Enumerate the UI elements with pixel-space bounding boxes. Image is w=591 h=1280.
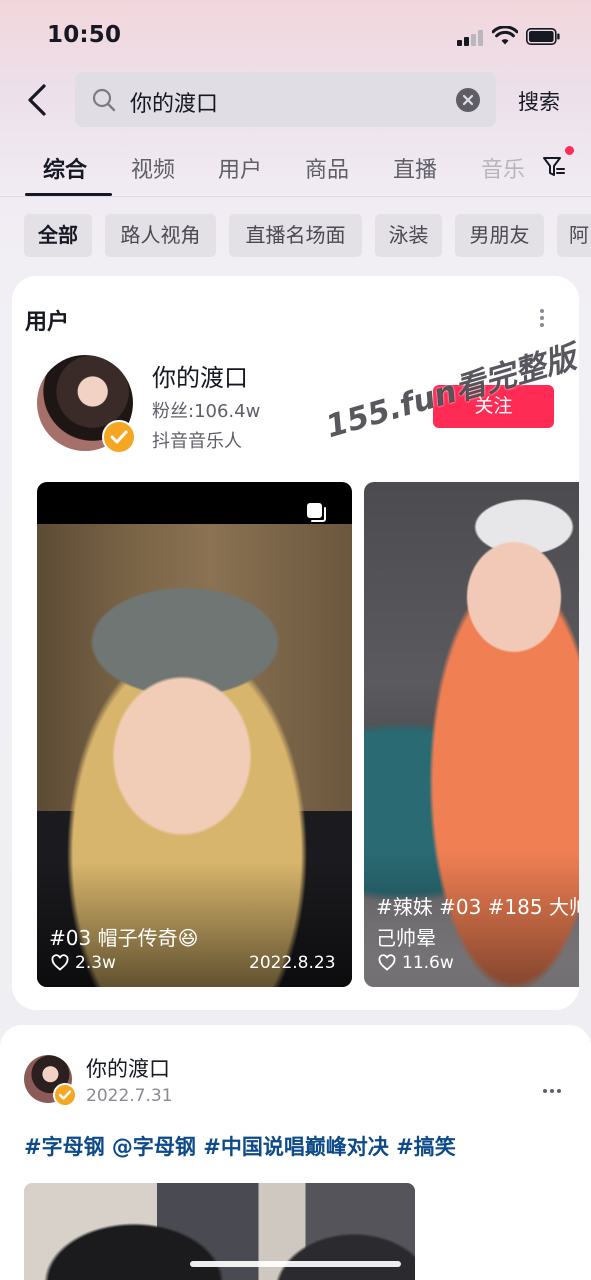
tab-live[interactable]: 直播 [393,152,437,184]
video-date: 2022.8.23 [249,953,336,973]
back-button[interactable] [22,82,56,118]
wifi-icon [492,26,518,45]
chip-boyfriend[interactable]: 男朋友 [455,214,544,257]
multi-image-icon [307,503,326,522]
post-date: 2022.7.31 [86,1086,173,1106]
video-card[interactable]: #03 帽子传奇😆 2.3w 2022.8.23 [37,482,352,987]
more-options-icon[interactable] [537,309,547,331]
search-submit-button[interactable]: 搜索 [518,86,560,116]
user-tag: 抖音音乐人 [152,431,242,452]
chip-passerby-view[interactable]: 路人视角 [105,214,216,257]
search-query-text[interactable]: 你的渡口 [130,86,218,118]
post-hashtags[interactable]: #字母钢 @字母钢 #中国说唱巅峰对决 #搞笑 [24,1131,456,1161]
video-caption-line2: 己帅晕 [376,926,436,950]
status-time: 10:50 [47,22,122,48]
filter-icon[interactable] [541,154,567,180]
video-likes: 2.3w [51,953,116,973]
close-icon [462,94,474,106]
search-input[interactable]: 你的渡口 [75,72,496,127]
chip-more[interactable]: 阿 [557,214,591,257]
cellular-signal-icon [457,30,485,46]
tab-products[interactable]: 商品 [305,152,349,184]
post-more-options-icon[interactable] [543,1078,564,1097]
clear-search-button[interactable] [456,88,480,112]
chip-swimwear[interactable]: 泳装 [375,214,442,257]
tab-users[interactable]: 用户 [218,152,262,184]
post-author-name[interactable]: 你的渡口 [86,1053,170,1083]
video-caption: #03 帽子传奇😆 [49,926,199,950]
verified-badge-icon [53,1083,77,1107]
home-indicator [190,1261,401,1267]
section-title: 用户 [25,310,70,335]
chip-all[interactable]: 全部 [24,214,92,257]
tab-videos[interactable]: 视频 [131,152,175,184]
video-likes-count: 2.3w [75,953,116,973]
heart-icon [51,954,69,971]
video-likes: 11.6w [378,953,454,973]
heart-icon [378,954,396,971]
video-card[interactable]: #辣妹 #03 #185 大帅 己帅晕 11.6w [364,482,579,987]
tab-music[interactable]: 音乐 [481,152,527,184]
battery-icon [526,28,560,45]
filter-notification-dot [565,146,574,155]
chip-live-moments[interactable]: 直播名场面 [229,214,362,257]
tabs-divider [0,196,591,197]
video-likes-count: 11.6w [402,953,454,973]
verified-badge-icon [102,420,136,454]
user-fans-count: 粉丝:106.4w [152,401,261,422]
video-caption-line1: #辣妹 #03 #185 大帅 [376,895,579,919]
search-icon [92,88,116,112]
user-name[interactable]: 你的渡口 [152,358,248,393]
tab-general[interactable]: 综合 [43,152,87,184]
